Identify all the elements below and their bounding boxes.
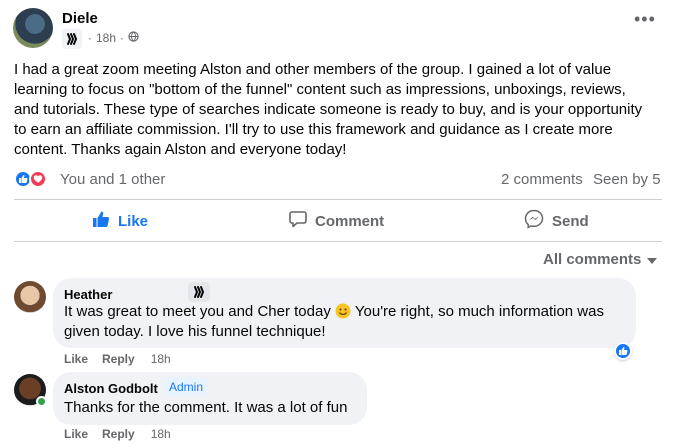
comment-bubble-icon: [289, 210, 307, 232]
love-reaction-icon: [29, 170, 47, 188]
commenter-avatar[interactable]: [14, 281, 46, 313]
like-button[interactable]: Like: [92, 205, 148, 237]
comments-count[interactable]: 2 comments: [501, 171, 583, 188]
comment-like-link[interactable]: Like: [64, 427, 88, 441]
divider: [14, 199, 662, 200]
group-badge-icon: [62, 29, 82, 49]
commenter-name[interactable]: Heather: [64, 287, 112, 302]
all-comments-filter[interactable]: All comments: [543, 251, 658, 268]
commenter-name[interactable]: Alston Godbolt: [64, 381, 158, 396]
thumbs-up-icon: [92, 210, 110, 232]
comment-actions: Like Reply 18h: [64, 352, 171, 366]
all-comments-label: All comments: [543, 251, 642, 268]
like-label: Like: [118, 212, 149, 230]
comment-text: Thanks for the comment. It was a lot of …: [64, 399, 348, 416]
online-status-dot: [36, 396, 47, 407]
smiley-emoji-icon: [335, 303, 351, 319]
comment-time[interactable]: 18h: [151, 427, 171, 441]
post-time[interactable]: 18h: [96, 31, 116, 45]
caret-down-icon: [647, 251, 658, 268]
more-options-icon[interactable]: •••: [634, 10, 656, 28]
post-meta: · 18h ·: [88, 31, 139, 45]
post-author-name[interactable]: Diele: [62, 10, 98, 27]
reactions-summary[interactable]: You and 1 other: [60, 171, 165, 188]
send-button[interactable]: Send: [524, 205, 589, 237]
group-badge-icon: [188, 282, 210, 302]
comment-reply-link[interactable]: Reply: [102, 352, 135, 366]
comment-like-reaction-icon[interactable]: [614, 342, 632, 360]
post-body: I had a great zoom meeting Alston and ot…: [14, 61, 643, 158]
admin-badge: Admin: [164, 378, 209, 396]
comment-text: It was great to meet you and Cher today …: [64, 303, 604, 340]
reaction-icons[interactable]: [14, 170, 47, 190]
globe-icon: [128, 31, 139, 45]
messenger-icon: [524, 209, 544, 233]
divider: [14, 241, 662, 242]
comment-button[interactable]: Comment: [289, 205, 384, 237]
comment-reply-link[interactable]: Reply: [102, 427, 135, 441]
send-label: Send: [552, 212, 589, 230]
comment-like-link[interactable]: Like: [64, 352, 88, 366]
author-avatar[interactable]: [13, 8, 53, 48]
comment-actions: Like Reply 18h: [64, 427, 171, 441]
comment-time[interactable]: 18h: [151, 352, 171, 366]
seen-by-count[interactable]: Seen by 5: [593, 171, 661, 188]
comment-label: Comment: [315, 212, 385, 230]
